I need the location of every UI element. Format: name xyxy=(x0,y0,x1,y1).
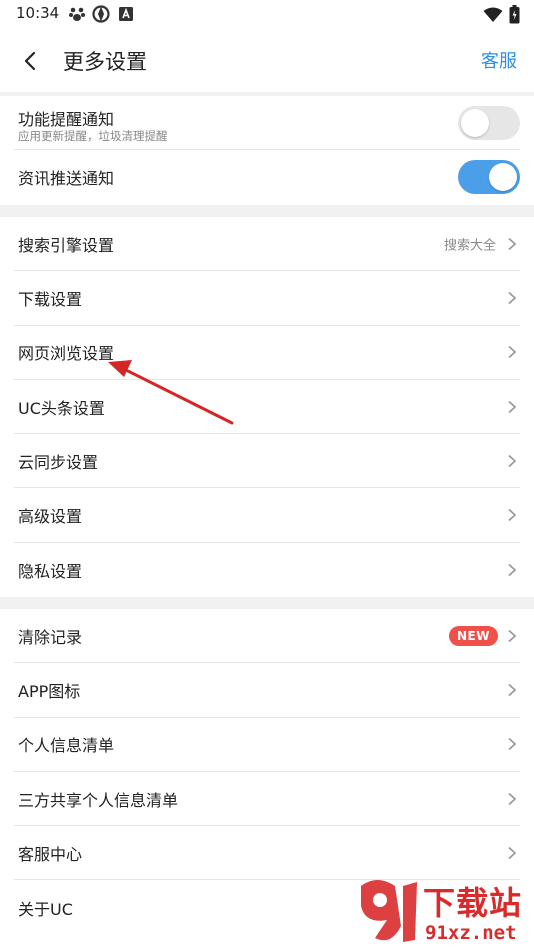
news-push-row[interactable]: 资讯推送通知 xyxy=(14,150,520,204)
aperture-icon xyxy=(92,5,110,23)
row-subtitle: 应用更新提醒，垃圾清理提醒 xyxy=(18,129,168,143)
wifi-icon xyxy=(483,7,503,22)
row-label: 客服中心 xyxy=(18,844,83,864)
news-push-toggle[interactable] xyxy=(458,160,520,195)
download-settings-row[interactable]: 下载设置 xyxy=(14,271,520,326)
chevron-right-icon xyxy=(508,846,517,859)
row-label: UC头条设置 xyxy=(18,398,105,418)
feature-reminder-toggle[interactable] xyxy=(458,105,520,140)
customer-service-button[interactable]: 客服 xyxy=(481,47,517,73)
web-browsing-row[interactable]: 网页浏览设置 xyxy=(14,326,520,380)
chevron-right-icon xyxy=(508,291,517,305)
service-center-row[interactable]: 客服中心 xyxy=(14,826,520,881)
watermark-url-text: 91xz.net xyxy=(425,922,517,944)
row-label: 网页浏览设置 xyxy=(18,344,115,364)
row-label: APP图标 xyxy=(18,681,81,701)
title-bar: 更多设置 客服 xyxy=(0,30,534,92)
uc-headline-row[interactable]: UC头条设置 xyxy=(14,380,520,435)
row-label: 下载设置 xyxy=(18,289,83,309)
paw-icon xyxy=(69,7,85,21)
status-time: 10:34 xyxy=(16,4,60,22)
status-bar: 10:34 xyxy=(0,0,534,30)
chevron-right-icon xyxy=(508,683,517,697)
row-label: 三方共享个人信息清单 xyxy=(18,790,179,810)
section-divider xyxy=(0,597,534,609)
chevron-right-icon xyxy=(508,400,517,413)
cloud-sync-row[interactable]: 云同步设置 xyxy=(14,434,520,489)
section-divider xyxy=(0,205,534,217)
third-party-info-list-row[interactable]: 三方共享个人信息清单 xyxy=(14,772,520,827)
toggle-knob xyxy=(461,108,489,137)
notifications-group: 功能提醒通知 应用更新提醒，垃圾清理提醒 资讯推送通知 xyxy=(0,96,534,205)
row-label: 功能提醒通知 xyxy=(18,110,115,129)
chevron-right-icon xyxy=(508,346,517,359)
new-badge: NEW xyxy=(449,625,498,646)
personal-info-list-row[interactable]: 个人信息清单 xyxy=(14,718,520,772)
row-label: 隐私设置 xyxy=(18,561,83,581)
row-label: 云同步设置 xyxy=(18,452,99,472)
privacy-settings-row[interactable]: 隐私设置 xyxy=(14,543,520,597)
row-label: 高级设置 xyxy=(18,507,83,527)
chevron-right-icon xyxy=(508,508,517,522)
settings-group: 搜索引擎设置 搜索大全 下载设置 网页浏览设置 UC头条设置 云同步设置 高级设… xyxy=(0,217,534,598)
app-icon-row[interactable]: APP图标 xyxy=(14,663,520,718)
chevron-right-icon xyxy=(508,237,517,250)
watermark-main-text: 下载站 xyxy=(423,884,523,922)
advanced-settings-row[interactable]: 高级设置 xyxy=(14,488,520,543)
page-title: 更多设置 xyxy=(63,50,147,74)
row-label: 资讯推送通知 xyxy=(18,169,115,189)
chevron-right-icon xyxy=(508,792,517,805)
chevron-left-icon xyxy=(24,51,36,71)
clear-history-row[interactable]: 清除记录 NEW xyxy=(14,609,520,664)
chevron-right-icon xyxy=(508,563,517,577)
row-value: 搜索大全 xyxy=(443,238,496,254)
a-box-icon xyxy=(119,7,133,21)
watermark: 下载站 91xz.net xyxy=(355,876,530,948)
row-label: 搜索引擎设置 xyxy=(18,235,115,255)
feature-reminder-row[interactable]: 功能提醒通知 应用更新提醒，垃圾清理提醒 xyxy=(14,96,520,151)
chevron-right-icon xyxy=(508,454,517,467)
back-button[interactable] xyxy=(14,46,46,76)
chevron-right-icon xyxy=(508,629,517,642)
row-label: 关于UC xyxy=(18,899,73,919)
toggle-knob xyxy=(489,163,517,192)
chevron-right-icon xyxy=(508,738,517,751)
battery-icon xyxy=(509,5,520,24)
row-label: 清除记录 xyxy=(18,627,83,647)
row-label: 个人信息清单 xyxy=(18,736,115,756)
search-engine-row[interactable]: 搜索引擎设置 搜索大全 xyxy=(14,217,520,272)
